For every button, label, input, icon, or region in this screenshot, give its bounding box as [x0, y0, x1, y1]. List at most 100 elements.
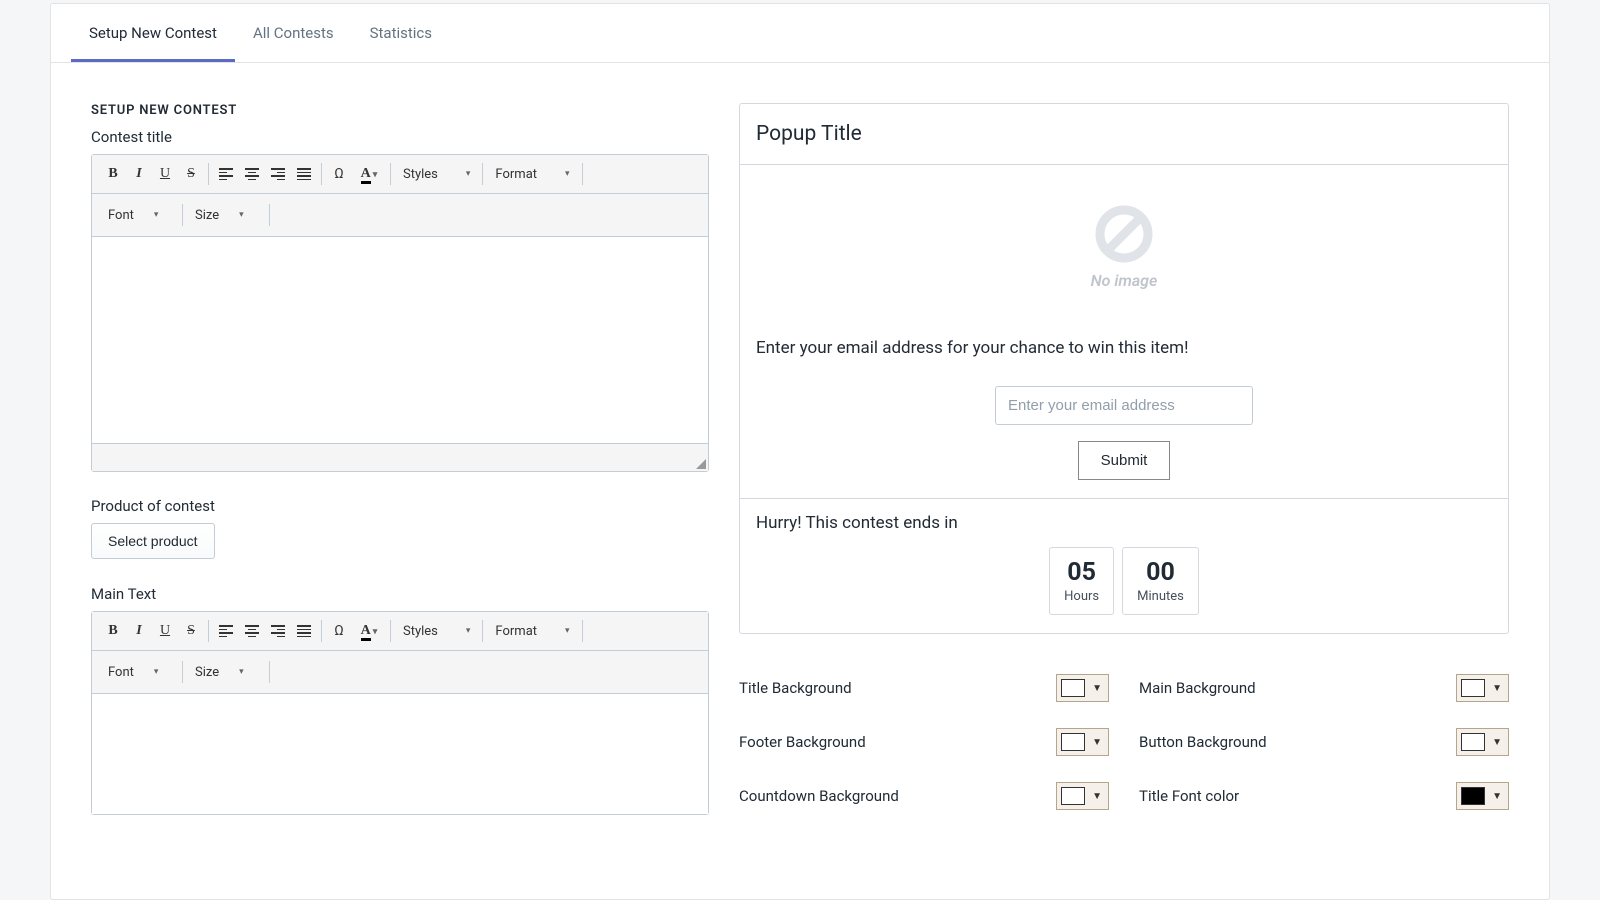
color-picker-title-bg[interactable]: ▼ [1056, 674, 1109, 702]
popup-body: No image Enter your email address for yo… [740, 165, 1508, 499]
editor-toolbar-row2: Font▾ Size ▾ [92, 651, 708, 694]
chevron-down-icon: ▾ [466, 626, 471, 636]
chevron-down-icon: ▼ [1490, 791, 1504, 802]
format-dropdown-label: Format [495, 624, 537, 639]
underline-button[interactable]: U [152, 159, 178, 189]
toolbar-sep [208, 620, 209, 642]
label-contest-title: Contest title [91, 128, 709, 146]
countdown-hours-value: 05 [1064, 558, 1099, 587]
chevron-down-icon: ▼ [1090, 683, 1104, 694]
strike-button[interactable]: S [178, 159, 204, 189]
preview-column: Popup Title No image Enter your email ad… [739, 103, 1509, 815]
special-char-button[interactable]: Ω [326, 159, 352, 189]
color-picker-main-bg[interactable]: ▼ [1456, 674, 1509, 702]
format-dropdown[interactable]: Format ▾ [487, 616, 577, 646]
align-justify-button[interactable] [291, 159, 317, 189]
editor-toolbar: B I U S Ω A▾ Styles▾ Format ▾ [92, 155, 708, 194]
editor-contest-title: B I U S Ω A▾ Styles▾ Format ▾ [91, 154, 709, 472]
align-justify-button[interactable] [291, 616, 317, 646]
label-product-of-contest: Product of contest [91, 497, 709, 515]
color-picker-footer-bg[interactable]: ▼ [1056, 728, 1109, 756]
color-swatch [1461, 679, 1485, 697]
align-center-button[interactable] [239, 616, 265, 646]
styles-dropdown[interactable]: Styles▾ [395, 159, 478, 189]
color-swatch [1461, 733, 1485, 751]
submit-button[interactable]: Submit [1078, 441, 1171, 480]
chevron-down-icon: ▾ [565, 169, 570, 179]
size-dropdown[interactable]: Size▾ [187, 200, 265, 230]
email-input[interactable] [995, 386, 1253, 425]
toolbar-sep [208, 163, 209, 185]
chevron-down-icon: ▼ [1490, 737, 1504, 748]
toolbar-sep [482, 163, 483, 185]
no-image-icon [1095, 205, 1153, 263]
size-dropdown[interactable]: Size ▾ [187, 657, 265, 687]
toolbar-sep [482, 620, 483, 642]
chevron-down-icon: ▾ [239, 667, 244, 677]
font-dropdown-label: Font [108, 208, 134, 223]
no-image-text: No image [756, 271, 1492, 290]
format-dropdown-label: Format [495, 167, 537, 182]
bold-button[interactable]: B [100, 616, 126, 646]
select-product-button[interactable]: Select product [91, 523, 215, 559]
color-swatch [1061, 787, 1085, 805]
special-char-button[interactable]: Ω [326, 616, 352, 646]
section-header: SETUP NEW CONTEST [91, 103, 709, 118]
strike-button[interactable]: S [178, 616, 204, 646]
resize-handle-icon[interactable] [696, 459, 706, 469]
editor-toolbar: B I U S Ω A▾ Styles ▾ Format ▾ [92, 612, 708, 651]
align-right-button[interactable] [265, 159, 291, 189]
editor-main-text: B I U S Ω A▾ Styles ▾ Format ▾ [91, 611, 709, 815]
color-label: Footer Background [739, 733, 866, 751]
chevron-down-icon: ▼ [1490, 683, 1504, 694]
format-dropdown[interactable]: Format ▾ [487, 159, 577, 189]
underline-button[interactable]: U [152, 616, 178, 646]
toolbar-sep [321, 163, 322, 185]
styles-dropdown-label: Styles [403, 624, 438, 639]
editor-body[interactable] [92, 694, 708, 814]
color-label: Title Background [739, 679, 852, 697]
countdown-hours-label: Hours [1064, 589, 1099, 604]
tab-all-contests[interactable]: All Contests [235, 4, 352, 62]
align-center-button[interactable] [239, 159, 265, 189]
italic-button[interactable]: I [126, 159, 152, 189]
chevron-down-icon: ▾ [565, 626, 570, 636]
form-column: SETUP NEW CONTEST Contest title B I U S … [91, 103, 709, 815]
chevron-down-icon: ▾ [154, 210, 159, 220]
editor-toolbar-row2: Font ▾ Size▾ [92, 194, 708, 237]
color-row-title-font: Title Font color ▼ [1139, 782, 1509, 810]
align-left-button[interactable] [213, 616, 239, 646]
hurry-text: Hurry! This contest ends in [756, 513, 1492, 533]
popup-prompt-text: Enter your email address for your chance… [756, 338, 1492, 358]
color-picker-button-bg[interactable]: ▼ [1456, 728, 1509, 756]
color-row-title-bg: Title Background ▼ [739, 674, 1109, 702]
font-dropdown[interactable]: Font▾ [100, 657, 178, 687]
tabs-bar: Setup New Contest All Contests Statistic… [51, 4, 1549, 63]
popup-preview: Popup Title No image Enter your email ad… [739, 103, 1509, 634]
size-dropdown-label: Size [195, 665, 219, 680]
italic-button[interactable]: I [126, 616, 152, 646]
color-label: Title Font color [1139, 787, 1239, 805]
countdown-hours: 05 Hours [1049, 547, 1114, 615]
popup-footer: Hurry! This contest ends in 05 Hours 00 … [740, 499, 1508, 633]
align-right-button[interactable] [265, 616, 291, 646]
styles-dropdown[interactable]: Styles ▾ [395, 616, 478, 646]
color-picker-title-font[interactable]: ▼ [1456, 782, 1509, 810]
toolbar-sep [321, 620, 322, 642]
editor-body[interactable] [92, 237, 708, 443]
countdown: 05 Hours 00 Minutes [756, 547, 1492, 615]
bold-button[interactable]: B [100, 159, 126, 189]
font-dropdown[interactable]: Font ▾ [100, 200, 178, 230]
toolbar-sep [390, 620, 391, 642]
color-row-button-bg: Button Background ▼ [1139, 728, 1509, 756]
color-row-footer-bg: Footer Background ▼ [739, 728, 1109, 756]
color-picker-countdown-bg[interactable]: ▼ [1056, 782, 1109, 810]
content-area: SETUP NEW CONTEST Contest title B I U S … [51, 63, 1549, 815]
align-left-button[interactable] [213, 159, 239, 189]
chevron-down-icon: ▾ [154, 667, 159, 677]
editor-footer [92, 443, 708, 471]
text-color-button[interactable]: A▾ [352, 159, 386, 189]
tab-setup-new-contest[interactable]: Setup New Contest [71, 4, 235, 62]
text-color-button[interactable]: A▾ [352, 616, 386, 646]
tab-statistics[interactable]: Statistics [352, 4, 450, 62]
